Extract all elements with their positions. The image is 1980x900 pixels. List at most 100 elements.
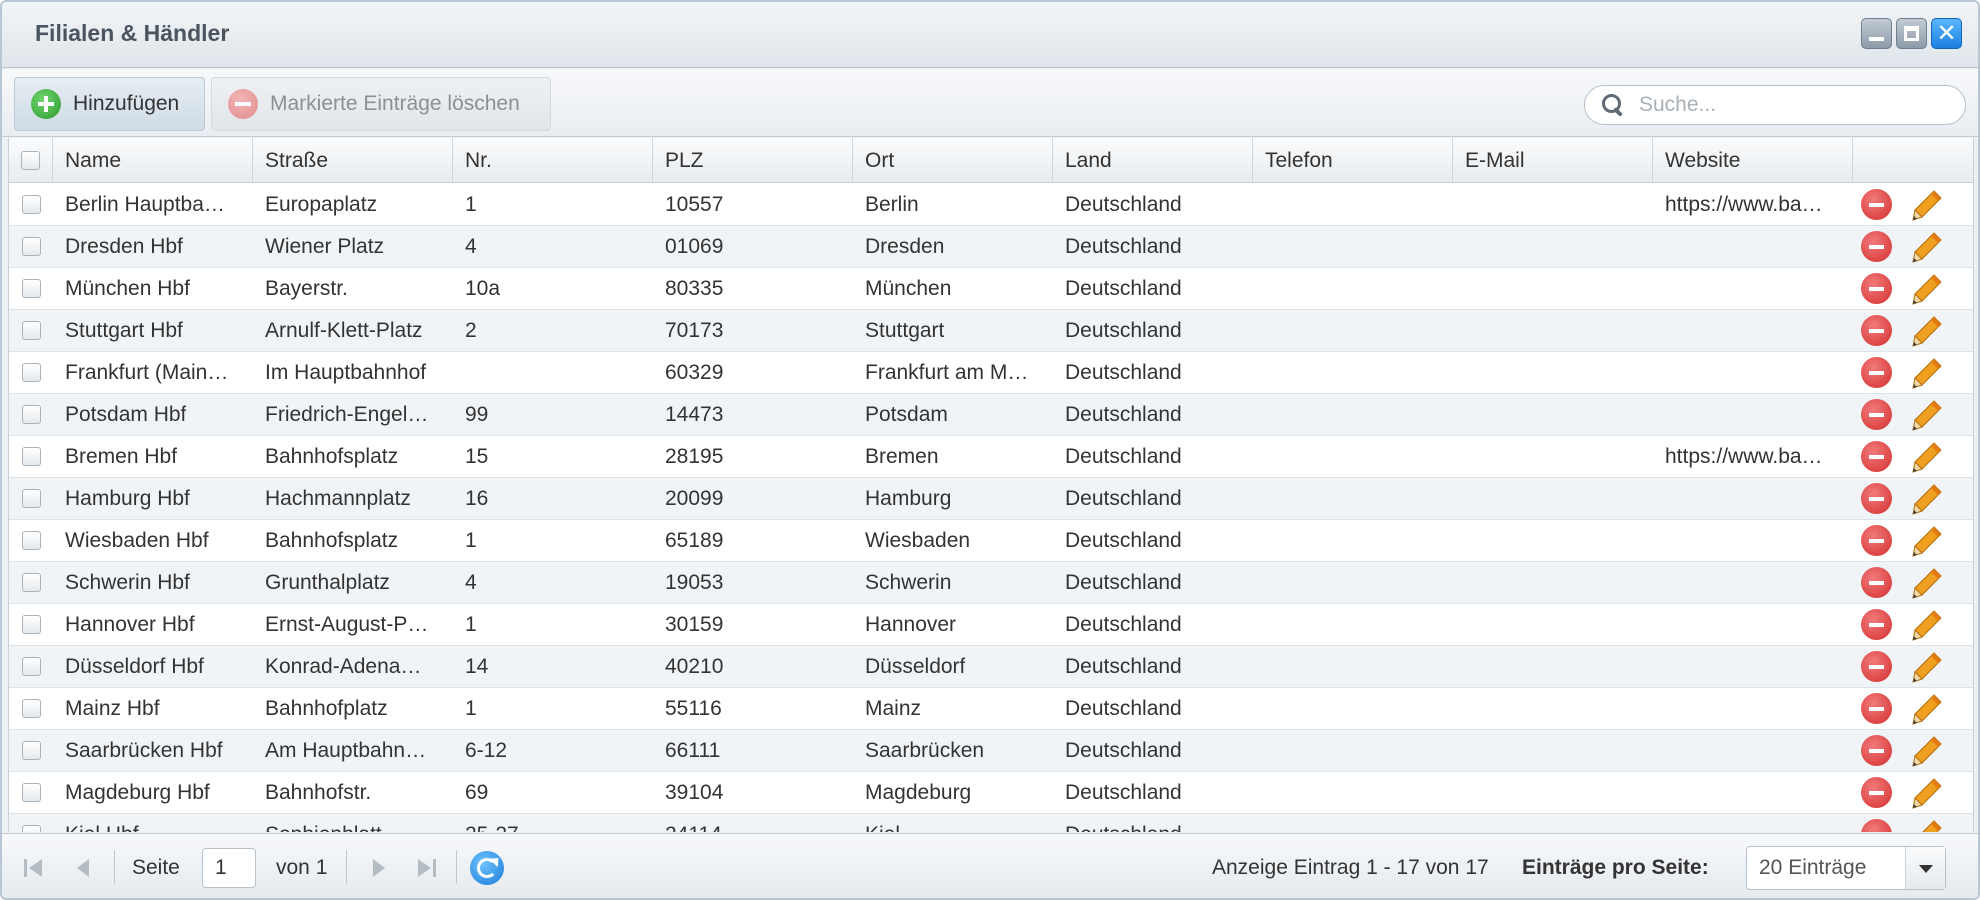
- table-row[interactable]: Schwerin Hbf Grunthalplatz 4 19053 Schwerin D…: [9, 562, 1973, 604]
- next-page-button[interactable]: [364, 834, 392, 898]
- row-delete-icon[interactable]: [1861, 273, 1892, 304]
- title-bar[interactable]: Filialen & Händler ✕: [2, 2, 1978, 68]
- column-header-nr[interactable]: Nr.: [453, 138, 653, 183]
- row-checkbox[interactable]: [21, 531, 41, 550]
- row-edit-pencil-icon[interactable]: [1910, 692, 1944, 726]
- table-row[interactable]: Bremen Hbf Bahnhofsplatz 15 28195 Bremen Deut…: [9, 436, 1973, 478]
- table-row[interactable]: Kiel Hbf Sophienblatt 25-27 24114 Kiel Deutsc…: [9, 814, 1973, 832]
- row-checkbox[interactable]: [21, 195, 41, 214]
- delete-selected-button[interactable]: Markierte Einträge löschen: [211, 77, 551, 131]
- row-edit-pencil-icon[interactable]: [1910, 482, 1944, 516]
- row-checkbox[interactable]: [21, 783, 41, 802]
- search-input[interactable]: [1639, 93, 1939, 117]
- row-edit-pencil-icon[interactable]: [1910, 566, 1944, 600]
- row-checkbox[interactable]: [21, 321, 41, 340]
- row-delete-icon[interactable]: [1861, 357, 1892, 388]
- column-header-name[interactable]: Name: [53, 138, 253, 183]
- row-edit-pencil-icon[interactable]: [1910, 776, 1944, 810]
- maximize-button[interactable]: [1896, 18, 1927, 49]
- row-edit-pencil-icon[interactable]: [1910, 230, 1944, 264]
- row-edit-pencil-icon[interactable]: [1910, 356, 1944, 390]
- row-delete-icon[interactable]: [1861, 777, 1892, 808]
- row-edit-pencil-icon[interactable]: [1910, 440, 1944, 474]
- row-edit-pencil-icon[interactable]: [1910, 734, 1944, 768]
- row-checkbox[interactable]: [21, 279, 41, 298]
- cell-land-text: Deutschland: [1065, 234, 1182, 258]
- close-icon: ✕: [1936, 20, 1957, 47]
- table-row[interactable]: Potsdam Hbf Friedrich-Engel… 99 14473 Potsda…: [9, 394, 1973, 436]
- table-row[interactable]: Dresden Hbf Wiener Platz 4 01069 Dresden Deut…: [9, 226, 1973, 268]
- last-page-button[interactable]: [412, 834, 440, 898]
- column-header-ort[interactable]: Ort: [853, 138, 1053, 183]
- row-delete-icon[interactable]: [1861, 693, 1892, 724]
- search-box[interactable]: [1584, 85, 1966, 125]
- row-delete-icon[interactable]: [1861, 525, 1892, 556]
- table-row[interactable]: Frankfurt (Main… Im Hauptbahnhof 60329 Fran…: [9, 352, 1973, 394]
- table-row[interactable]: Hannover Hbf Ernst-August-P… 1 30159 Hannove…: [9, 604, 1973, 646]
- column-header-email[interactable]: E-Mail: [1453, 138, 1653, 183]
- cell-name: Kiel Hbf: [53, 814, 253, 833]
- column-header-website[interactable]: Website: [1653, 138, 1853, 183]
- add-button[interactable]: Hinzufügen: [14, 77, 205, 131]
- row-delete-icon[interactable]: [1861, 609, 1892, 640]
- cell-website-text: https://www.ba…: [1665, 444, 1823, 468]
- row-checkbox[interactable]: [21, 615, 41, 634]
- close-button[interactable]: ✕: [1931, 18, 1962, 49]
- row-delete-icon[interactable]: [1861, 399, 1892, 430]
- table-row[interactable]: Wiesbaden Hbf Bahnhofsplatz 1 65189 Wiesbade…: [9, 520, 1973, 562]
- table-row[interactable]: Düsseldorf Hbf Konrad-Adena… 14 40210 Düssel…: [9, 646, 1973, 688]
- minimize-button[interactable]: [1861, 18, 1892, 49]
- row-checkbox[interactable]: [21, 363, 41, 382]
- column-header-strasse[interactable]: Straße: [253, 138, 453, 183]
- table-row[interactable]: Mainz Hbf Bahnhofplatz 1 55116 Mainz Deutschl…: [9, 688, 1973, 730]
- cell-nr-text: 1: [465, 696, 477, 720]
- row-edit-pencil-icon[interactable]: [1910, 272, 1944, 306]
- row-edit-pencil-icon[interactable]: [1910, 650, 1944, 684]
- row-delete-icon[interactable]: [1861, 819, 1892, 832]
- row-checkbox[interactable]: [21, 405, 41, 424]
- table-row[interactable]: Saarbrücken Hbf Am Hauptbahn… 6-12 66111 Saa…: [9, 730, 1973, 772]
- cell-plz: 60329: [653, 352, 853, 394]
- row-edit-pencil-icon[interactable]: [1910, 818, 1944, 833]
- row-edit-pencil-icon[interactable]: [1910, 314, 1944, 348]
- row-edit-pencil-icon[interactable]: [1910, 188, 1944, 222]
- row-delete-icon[interactable]: [1861, 567, 1892, 598]
- prev-page-button[interactable]: [70, 834, 98, 898]
- row-delete-icon[interactable]: [1861, 189, 1892, 220]
- per-page-select[interactable]: 20 Einträge: [1746, 845, 1946, 890]
- table-row[interactable]: Hamburg Hbf Hachmannplatz 16 20099 Hamburg De…: [9, 478, 1973, 520]
- row-checkbox[interactable]: [21, 825, 41, 832]
- row-checkbox[interactable]: [21, 447, 41, 466]
- cell-nr-text: 1: [465, 612, 477, 636]
- table-row[interactable]: Stuttgart Hbf Arnulf-Klett-Platz 2 70173 Stu…: [9, 310, 1973, 352]
- column-header-land[interactable]: Land: [1053, 138, 1253, 183]
- row-delete-icon[interactable]: [1861, 651, 1892, 682]
- table-row[interactable]: Berlin Hauptba… Europaplatz 1 10557 Berlin De…: [9, 184, 1973, 226]
- column-header-telefon[interactable]: Telefon: [1253, 138, 1453, 183]
- row-delete-icon[interactable]: [1861, 315, 1892, 346]
- row-delete-icon[interactable]: [1861, 735, 1892, 766]
- row-edit-pencil-icon[interactable]: [1910, 524, 1944, 558]
- cell-nr-text: 15: [465, 444, 489, 468]
- row-edit-pencil-icon[interactable]: [1910, 608, 1944, 642]
- row-checkbox[interactable]: [21, 657, 41, 676]
- cell-ort: Magdeburg: [853, 772, 1053, 814]
- row-delete-icon[interactable]: [1861, 231, 1892, 262]
- first-page-button[interactable]: [20, 834, 48, 898]
- table-row[interactable]: Magdeburg Hbf Bahnhofstr. 69 39104 Magdeburg…: [9, 772, 1973, 814]
- select-all-checkbox[interactable]: [21, 151, 40, 170]
- row-checkbox[interactable]: [21, 237, 41, 256]
- row-checkbox[interactable]: [21, 489, 41, 508]
- table-row[interactable]: München Hbf Bayerstr. 10a 80335 München Deuts…: [9, 268, 1973, 310]
- chevron-down-icon[interactable]: [1905, 846, 1945, 889]
- row-checkbox[interactable]: [21, 741, 41, 760]
- column-header-plz[interactable]: PLZ: [653, 138, 853, 183]
- row-delete-icon[interactable]: [1861, 441, 1892, 472]
- row-edit-pencil-icon[interactable]: [1910, 398, 1944, 432]
- page-number-input[interactable]: [202, 847, 256, 888]
- refresh-button[interactable]: [470, 834, 504, 898]
- row-checkbox-cell: [9, 310, 53, 352]
- row-delete-icon[interactable]: [1861, 483, 1892, 514]
- row-checkbox[interactable]: [21, 573, 41, 592]
- row-checkbox[interactable]: [21, 699, 41, 718]
